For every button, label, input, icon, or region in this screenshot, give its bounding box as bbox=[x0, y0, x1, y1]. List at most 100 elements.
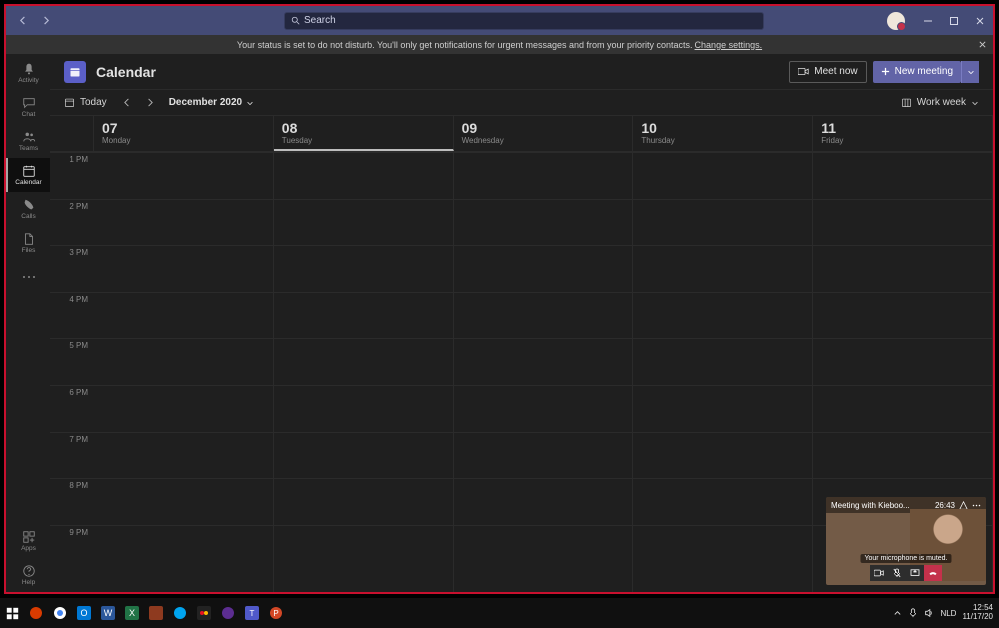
input-language[interactable]: NLD bbox=[940, 609, 956, 618]
time-slot[interactable] bbox=[813, 152, 992, 199]
time-slot[interactable] bbox=[94, 525, 273, 572]
rail-item-chat[interactable]: Chat bbox=[6, 90, 50, 124]
time-slot[interactable] bbox=[274, 478, 453, 525]
time-slot[interactable] bbox=[94, 338, 273, 385]
rail-item-activity[interactable]: Activity bbox=[6, 56, 50, 90]
user-avatar[interactable] bbox=[887, 12, 905, 30]
time-slot[interactable] bbox=[633, 525, 812, 572]
rail-item-calls[interactable]: Calls bbox=[6, 192, 50, 226]
time-slot[interactable] bbox=[633, 152, 812, 199]
taskbar-chrome[interactable] bbox=[48, 598, 72, 628]
taskbar-teams[interactable]: T bbox=[240, 598, 264, 628]
taskbar-excel[interactable]: X bbox=[120, 598, 144, 628]
time-slot[interactable] bbox=[94, 432, 273, 479]
time-slot[interactable] bbox=[274, 338, 453, 385]
system-clock[interactable]: 12:54 11/17/20 bbox=[962, 604, 993, 622]
taskbar-powerpoint[interactable]: P bbox=[264, 598, 288, 628]
time-slot[interactable] bbox=[274, 432, 453, 479]
minimize-button[interactable] bbox=[915, 6, 941, 35]
time-slot[interactable] bbox=[454, 525, 633, 572]
taskbar-outlook[interactable]: O bbox=[72, 598, 96, 628]
taskbar-app[interactable] bbox=[168, 598, 192, 628]
time-slot[interactable] bbox=[454, 245, 633, 292]
start-button[interactable] bbox=[0, 598, 24, 628]
time-slot[interactable] bbox=[274, 385, 453, 432]
mic-tray-icon[interactable] bbox=[908, 608, 918, 618]
time-slot[interactable] bbox=[454, 292, 633, 339]
banner-link[interactable]: Change settings. bbox=[695, 40, 763, 50]
taskbar-app[interactable] bbox=[24, 598, 48, 628]
share-button[interactable] bbox=[906, 565, 924, 581]
day-header[interactable]: 09Wednesday bbox=[454, 116, 634, 151]
time-slot[interactable] bbox=[274, 152, 453, 199]
today-button[interactable]: Today bbox=[64, 97, 107, 108]
rail-item-calendar[interactable]: Calendar bbox=[6, 158, 50, 192]
taskbar-app[interactable] bbox=[192, 598, 216, 628]
maximize-button[interactable] bbox=[941, 6, 967, 35]
mic-toggle-button[interactable] bbox=[888, 565, 906, 581]
time-slot[interactable] bbox=[633, 338, 812, 385]
view-switcher[interactable]: Work week bbox=[901, 97, 979, 108]
time-slot[interactable] bbox=[94, 478, 273, 525]
time-slot[interactable] bbox=[633, 478, 812, 525]
taskbar-app[interactable] bbox=[216, 598, 240, 628]
new-meeting-button[interactable]: New meeting bbox=[873, 61, 961, 83]
time-slot[interactable] bbox=[813, 338, 992, 385]
time-slot[interactable] bbox=[633, 385, 812, 432]
time-slot[interactable] bbox=[274, 199, 453, 246]
time-slot[interactable] bbox=[454, 478, 633, 525]
camera-toggle-button[interactable] bbox=[870, 565, 888, 581]
forward-button[interactable] bbox=[36, 12, 54, 30]
search-input[interactable]: Search bbox=[284, 12, 764, 30]
back-button[interactable] bbox=[14, 12, 32, 30]
new-meeting-dropdown[interactable] bbox=[961, 61, 979, 83]
meet-now-button[interactable]: Meet now bbox=[789, 61, 866, 83]
floating-meeting-window[interactable]: Meeting with Kieboo... 26:43 Your microp… bbox=[826, 497, 986, 585]
day-column[interactable] bbox=[633, 152, 813, 592]
time-slot[interactable] bbox=[813, 385, 992, 432]
month-picker[interactable]: December 2020 bbox=[169, 97, 254, 108]
time-slot[interactable] bbox=[454, 199, 633, 246]
time-slot[interactable] bbox=[274, 525, 453, 572]
tray-chevron-icon[interactable] bbox=[893, 609, 902, 618]
day-header[interactable]: 08Tuesday bbox=[274, 116, 454, 151]
day-column[interactable] bbox=[274, 152, 454, 592]
day-header[interactable]: 07Monday bbox=[94, 116, 274, 151]
time-slot[interactable] bbox=[454, 432, 633, 479]
hangup-button[interactable] bbox=[924, 565, 942, 581]
day-header[interactable]: 10Thursday bbox=[633, 116, 813, 151]
day-header[interactable]: 11Friday bbox=[813, 116, 993, 151]
taskbar-word[interactable]: W bbox=[96, 598, 120, 628]
close-button[interactable] bbox=[967, 6, 993, 35]
rail-item-help[interactable]: Help bbox=[6, 558, 50, 592]
rail-item-teams[interactable]: Teams bbox=[6, 124, 50, 158]
rail-item-files[interactable]: Files bbox=[6, 226, 50, 260]
time-slot[interactable] bbox=[274, 292, 453, 339]
more-icon[interactable] bbox=[972, 504, 981, 507]
time-slot[interactable] bbox=[813, 245, 992, 292]
time-slot[interactable] bbox=[94, 385, 273, 432]
day-column[interactable] bbox=[454, 152, 634, 592]
time-slot[interactable] bbox=[454, 385, 633, 432]
banner-close-button[interactable] bbox=[978, 40, 987, 49]
time-slot[interactable] bbox=[94, 245, 273, 292]
time-slot[interactable] bbox=[813, 432, 992, 479]
time-slot[interactable] bbox=[94, 152, 273, 199]
next-week-button[interactable] bbox=[139, 92, 161, 114]
volume-tray-icon[interactable] bbox=[924, 608, 934, 618]
day-column[interactable] bbox=[94, 152, 274, 592]
time-slot[interactable] bbox=[454, 338, 633, 385]
time-slot[interactable] bbox=[633, 292, 812, 339]
prev-week-button[interactable] bbox=[117, 92, 139, 114]
rail-item-apps[interactable]: Apps bbox=[6, 524, 50, 558]
time-slot[interactable] bbox=[633, 432, 812, 479]
taskbar-app[interactable] bbox=[144, 598, 168, 628]
time-slot[interactable] bbox=[94, 199, 273, 246]
time-slot[interactable] bbox=[813, 292, 992, 339]
rail-item-more[interactable] bbox=[6, 260, 50, 294]
time-slot[interactable] bbox=[94, 292, 273, 339]
time-slot[interactable] bbox=[274, 245, 453, 292]
time-slot[interactable] bbox=[454, 152, 633, 199]
time-slot[interactable] bbox=[633, 199, 812, 246]
time-slot[interactable] bbox=[813, 199, 992, 246]
